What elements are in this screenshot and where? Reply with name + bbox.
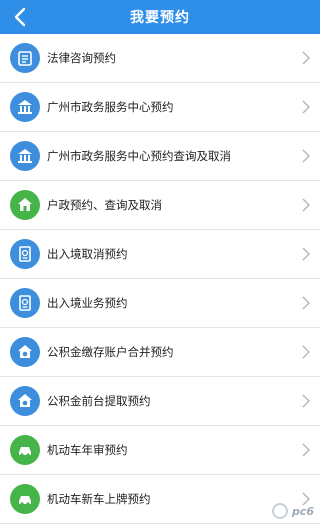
list-item-fund-account-merge[interactable]: 公积金缴存账户合并预约 xyxy=(0,328,320,377)
list-item-fund-withdraw[interactable]: 公积金前台提取预约 xyxy=(0,377,320,426)
chevron-right-icon xyxy=(300,98,312,116)
list-item-label: 机动车新车上牌预约 xyxy=(47,491,151,507)
chevron-right-icon xyxy=(300,343,312,361)
list-item-label: 出入境取消预约 xyxy=(47,246,128,262)
chevron-right-icon xyxy=(300,49,312,67)
car-icon xyxy=(10,435,40,465)
list-item-label: 公积金前台提取预约 xyxy=(47,393,151,409)
household-icon xyxy=(10,190,40,220)
car-icon xyxy=(10,484,40,514)
chevron-right-icon xyxy=(300,196,312,214)
list-item-label: 法律咨询预约 xyxy=(47,50,116,66)
list-item-exit-entry-booking[interactable]: 出入境业务预约 xyxy=(0,279,320,328)
passport-icon xyxy=(10,288,40,318)
list-item-gov-center-query-cancel[interactable]: 广州市政务服务中心预约查询及取消 xyxy=(0,132,320,181)
chevron-right-icon xyxy=(300,147,312,165)
app-header: 我要预约 xyxy=(0,0,320,34)
list-item-exit-entry-cancel[interactable]: 出入境取消预约 xyxy=(0,230,320,279)
list-item-vehicle-inspection[interactable]: 机动车年审预约 xyxy=(0,426,320,475)
back-arrow-icon xyxy=(13,7,27,27)
building-icon xyxy=(10,92,40,122)
chevron-right-icon xyxy=(300,294,312,312)
list-item-label: 广州市政务服务中心预约查询及取消 xyxy=(47,148,231,164)
chevron-right-icon xyxy=(300,441,312,459)
building-icon xyxy=(10,141,40,171)
chevron-right-icon xyxy=(300,392,312,410)
watermark: pc6 xyxy=(272,503,314,519)
list-item-label: 出入境业务预约 xyxy=(47,295,128,311)
fund-icon xyxy=(10,337,40,367)
list-item-household[interactable]: 户政预约、查询及取消 xyxy=(0,181,320,230)
watermark-text: pc6 xyxy=(292,505,314,518)
list-item-legal-consult[interactable]: 法律咨询预约 xyxy=(0,34,320,83)
page-title: 我要预约 xyxy=(130,7,190,27)
list-item-label: 户政预约、查询及取消 xyxy=(47,197,162,213)
list-item-label: 公积金缴存账户合并预约 xyxy=(47,344,174,360)
law-icon xyxy=(10,43,40,73)
list-item-label: 广州市政务服务中心预约 xyxy=(47,99,174,115)
appointment-list: 法律咨询预约 广州市政务服务中心预约 广州市政务服务中心预约查询及取消 户政预约… xyxy=(0,34,320,523)
fund-icon xyxy=(10,386,40,416)
list-item-label: 机动车年审预约 xyxy=(47,442,128,458)
watermark-logo-icon xyxy=(272,503,288,519)
list-item-gov-center-booking[interactable]: 广州市政务服务中心预约 xyxy=(0,83,320,132)
passport-icon xyxy=(10,239,40,269)
back-button[interactable] xyxy=(8,5,32,29)
chevron-right-icon xyxy=(300,245,312,263)
